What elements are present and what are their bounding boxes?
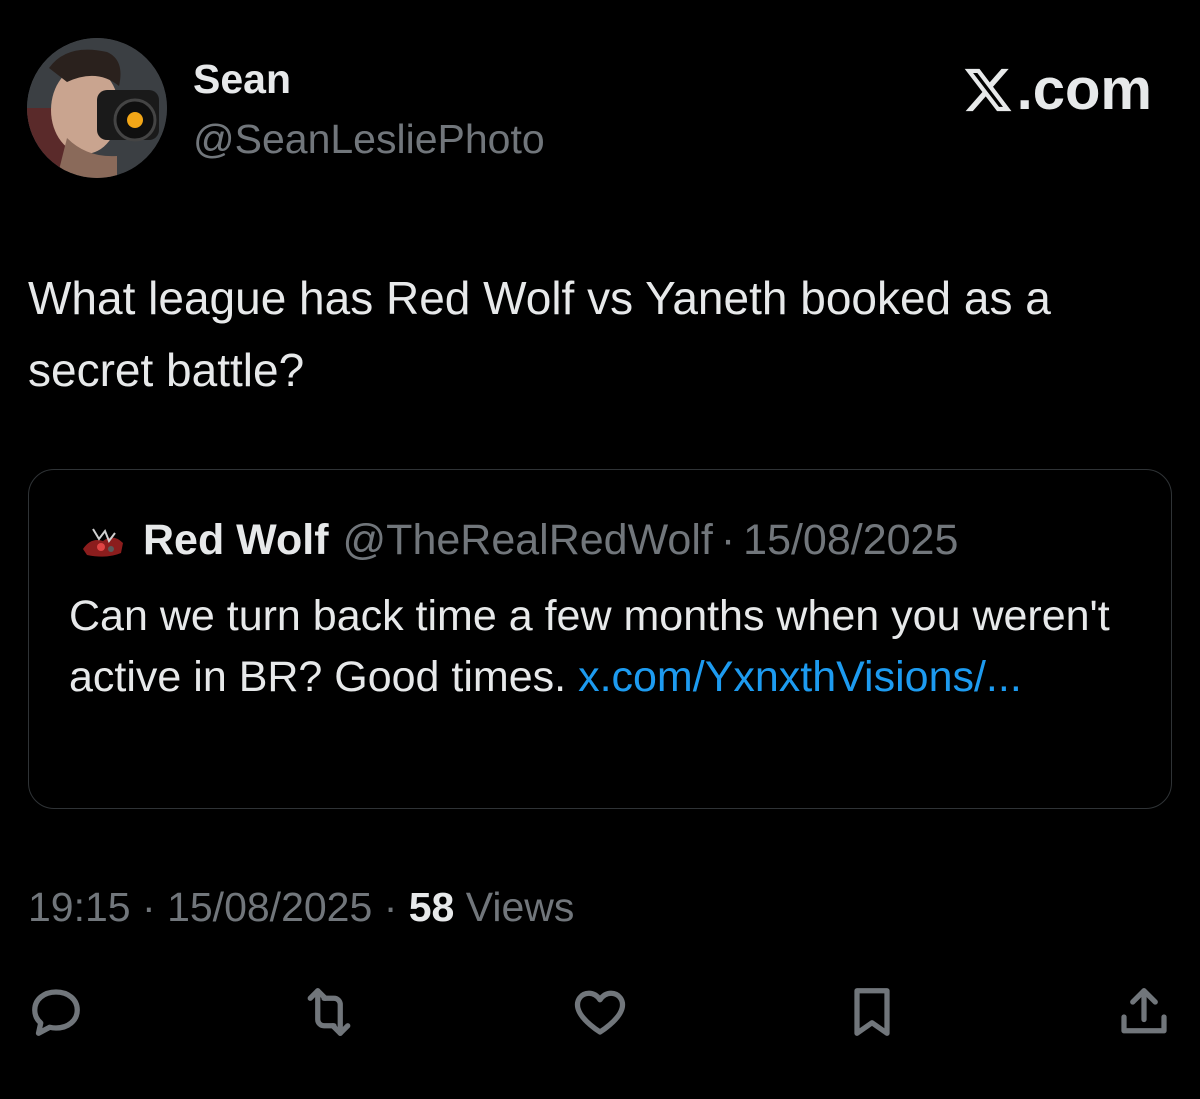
brand-label: .com: [1016, 57, 1152, 122]
meta-separator-2: ·: [383, 884, 398, 930]
quoted-tweet[interactable]: Red Wolf @TheRealRedWolf · 15/08/2025 Ca…: [28, 469, 1172, 809]
brand-logo: .com: [961, 56, 1152, 123]
meta-separator-1: ·: [142, 884, 156, 930]
author-avatar[interactable]: [27, 38, 167, 178]
share-icon: [1121, 988, 1167, 1034]
repost-button[interactable]: [297, 980, 361, 1044]
repost-icon: [307, 988, 351, 1036]
reply-button[interactable]: [24, 980, 88, 1044]
bookmark-icon: [854, 988, 890, 1036]
quote-date: 15/08/2025: [743, 516, 959, 564]
tweet-date: 15/08/2025: [167, 884, 373, 930]
tweet-screenshot: Sean @SeanLesliePhoto .com What league h…: [0, 0, 1200, 1099]
quote-author-name[interactable]: Red Wolf: [143, 516, 329, 565]
author-handle[interactable]: @SeanLesliePhoto: [193, 116, 545, 163]
like-button[interactable]: [568, 980, 632, 1044]
quote-link[interactable]: x.com/YxnxthVisions/...: [578, 653, 1022, 701]
quote-avatar-icon: [77, 518, 129, 563]
reply-icon: [32, 989, 80, 1036]
quote-text: Can we turn back time a few months when …: [69, 586, 1149, 708]
tweet-time: 19:15: [28, 884, 131, 930]
tweet-meta: 19:15 · 15/08/2025 · 58 Views: [28, 884, 574, 931]
x-logo-icon: [964, 68, 1012, 111]
heart-icon: [574, 990, 626, 1035]
author-name[interactable]: Sean: [193, 56, 291, 103]
views-count: 58: [408, 884, 455, 930]
views-label: Views: [465, 884, 575, 930]
action-bar: [0, 980, 1200, 1050]
quote-header: Red Wolf @TheRealRedWolf · 15/08/2025: [77, 516, 958, 565]
quote-separator: ·: [720, 516, 736, 564]
bookmark-button[interactable]: [840, 980, 904, 1044]
quote-author-handle[interactable]: @TheRealRedWolf: [343, 516, 713, 565]
quote-author-avatar[interactable]: [77, 518, 129, 563]
share-button[interactable]: [1112, 980, 1176, 1044]
avatar-photo-icon: [27, 38, 167, 178]
tweet-text: What league has Red Wolf vs Yaneth booke…: [28, 272, 1051, 396]
